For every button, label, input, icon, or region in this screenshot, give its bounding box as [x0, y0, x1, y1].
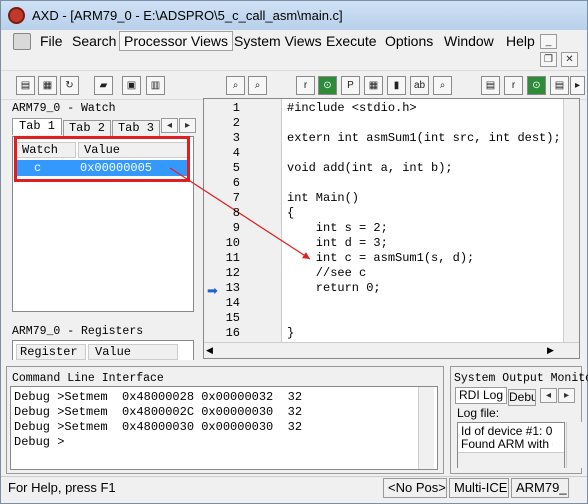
output-tab-rdi-log[interactable]: RDI Log — [455, 387, 507, 404]
code-line: //see c — [287, 266, 367, 280]
code-line: return 0; — [287, 281, 381, 295]
document-menu-icon[interactable] — [13, 33, 31, 50]
menu-processor-views[interactable]: Processor Views — [119, 31, 234, 51]
cli-line: Debug >Setmem 0x4800002C 0x00000030 32 — [14, 405, 303, 419]
menu-help[interactable]: Help — [506, 33, 535, 49]
cli-line: Debug > — [14, 435, 65, 449]
cli-pane-title: Command Line Interface — [12, 372, 164, 385]
line-number[interactable]: 8 — [210, 206, 240, 220]
mdi-close-button[interactable]: ✕ — [561, 52, 578, 67]
line-number[interactable]: 9 — [210, 221, 240, 235]
tb-more-icon[interactable]: ▸ — [570, 76, 585, 95]
watch-tab-1[interactable]: Tab 1 — [12, 118, 62, 135]
line-number[interactable]: 5 — [210, 161, 240, 175]
code-line: } — [287, 326, 295, 340]
menu-search[interactable]: Search — [72, 33, 116, 49]
tb-registers2-icon[interactable]: r — [504, 76, 523, 95]
code-line: int s = 2; — [287, 221, 388, 235]
annotation-highlight-box — [14, 136, 190, 182]
status-position: <No Pos> — [383, 478, 447, 498]
tb-variables-icon[interactable]: P — [341, 76, 360, 95]
output-tab-debug[interactable]: Debu — [508, 389, 536, 406]
mdi-restore-button[interactable]: ❐ — [540, 52, 557, 67]
status-processor: ARM79_ — [511, 478, 569, 498]
line-number[interactable]: 10 — [210, 236, 240, 250]
menu-system-views[interactable]: System Views — [234, 33, 322, 49]
status-help-text: For Help, press F1 — [8, 480, 116, 495]
line-number[interactable]: 15 — [210, 311, 240, 325]
scroll-right-icon[interactable]: ▶ — [547, 345, 554, 356]
editor-horizontal-scrollbar[interactable] — [204, 342, 579, 358]
watch-pane-title: ARM79_0 - Watch — [12, 102, 116, 115]
output-pane-title: System Output Monito — [454, 372, 588, 385]
registers-pane-title: ARM79_0 - Registers — [12, 325, 144, 338]
log-file-label: Log file: — [457, 406, 500, 420]
tb-find-icon[interactable]: ⌕ — [226, 76, 245, 95]
code-line: extern int asmSum1(int src, int dest); — [287, 131, 561, 145]
line-number[interactable]: 2 — [210, 116, 240, 130]
tb-save-all-icon[interactable]: ▥ — [146, 76, 165, 95]
tb-output-icon[interactable]: ▤ — [550, 76, 569, 95]
line-number[interactable]: 4 — [210, 146, 240, 160]
line-number[interactable]: 3 — [210, 131, 240, 145]
log-line-1: Id of device #1: 0: — [461, 424, 553, 438]
window-title: AXD - [ARM79_0 - E:\ADSPRO\5_c_call_asm\… — [32, 8, 343, 23]
cli-lines: Debug >Setmem 0x48000028 0x00000032 32 De… — [14, 390, 302, 450]
tb-source-icon[interactable]: ab — [410, 76, 429, 95]
tb-memory-icon[interactable]: ▦ — [364, 76, 383, 95]
output-tab-left-icon[interactable]: ◂ — [540, 388, 557, 403]
code-line: int c = asmSum1(s, d); — [287, 251, 475, 265]
code-line: void add(int a, int b); — [287, 161, 453, 175]
code-line: #include <stdio.h> — [287, 101, 417, 115]
tb-find-next-icon[interactable]: ⌕ — [248, 76, 267, 95]
line-number[interactable]: 1 — [210, 101, 240, 115]
log-line-2: Found ARM with c — [461, 437, 553, 451]
mdi-minimize-button[interactable]: _ — [540, 34, 557, 49]
tb-cli-icon[interactable]: ▤ — [481, 76, 500, 95]
tab-scroll-right-icon[interactable]: ▸ — [179, 118, 196, 133]
registers-col-header-register[interactable]: Register — [16, 344, 86, 360]
code-line: int Main() — [287, 191, 360, 205]
line-number[interactable]: 7 — [210, 191, 240, 205]
cli-line: Debug >Setmem 0x48000030 0x00000030 32 — [14, 420, 303, 434]
tb-disassembly-icon[interactable]: ▮ — [387, 76, 406, 95]
editor-vertical-scrollbar[interactable] — [563, 99, 579, 342]
menu-file[interactable]: File — [40, 33, 63, 49]
tb-save-icon[interactable]: ▣ — [122, 76, 141, 95]
status-target: Multi-ICE — [449, 478, 509, 498]
cli-vertical-scrollbar[interactable] — [418, 387, 434, 469]
axd-app-icon — [8, 7, 25, 24]
tb-search-icon[interactable]: ⌕ — [433, 76, 452, 95]
line-number[interactable]: 16 — [210, 326, 240, 340]
watch-tab-3[interactable]: Tab 3 — [112, 120, 160, 137]
code-line: { — [287, 206, 295, 220]
watch-tab-2[interactable]: Tab 2 — [63, 120, 111, 137]
line-number[interactable]: 14 — [210, 296, 240, 310]
tb-refresh-icon[interactable]: ↻ — [60, 76, 79, 95]
tb-watch-icon[interactable]: ⊙ — [318, 76, 337, 95]
tab-scroll-left-icon[interactable]: ◂ — [161, 118, 178, 133]
menu-options[interactable]: Options — [385, 33, 433, 49]
menu-execute[interactable]: Execute — [326, 33, 377, 49]
code-line: int d = 3; — [287, 236, 388, 250]
line-number[interactable]: 13 — [210, 281, 240, 295]
output-tab-right-icon[interactable]: ▸ — [558, 388, 575, 403]
tb-reload-icon[interactable]: ▦ — [38, 76, 57, 95]
scroll-left-icon[interactable]: ◀ — [206, 345, 213, 356]
line-number[interactable]: 11 — [210, 251, 240, 265]
tb-registers-icon[interactable]: r — [296, 76, 315, 95]
line-number[interactable]: 6 — [210, 176, 240, 190]
tb-watch2-icon[interactable]: ⊙ — [527, 76, 546, 95]
output-vertical-scrollbar[interactable] — [566, 422, 582, 468]
tb-load-image-icon[interactable]: ▤ — [16, 76, 35, 95]
line-number[interactable]: 12 — [210, 266, 240, 280]
registers-col-header-value[interactable]: Value — [88, 344, 178, 360]
cli-line: Debug >Setmem 0x48000028 0x00000032 32 — [14, 390, 303, 404]
log-horizontal-scrollbar[interactable] — [458, 452, 564, 468]
menu-window[interactable]: Window — [444, 33, 494, 49]
tb-open-folder-icon[interactable]: ▰ — [94, 76, 113, 95]
